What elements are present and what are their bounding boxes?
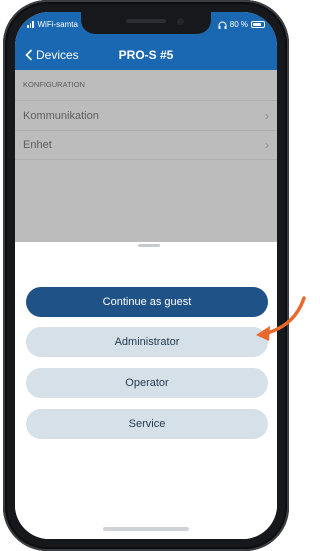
settings-item-label: Kommunikation (23, 109, 99, 122)
status-bar-left: WiFi-samta (27, 20, 78, 29)
continue-as-guest-button[interactable]: Continue as guest (26, 287, 268, 317)
settings-list: KONFIGURATION Kommunikation › Enhet › (15, 70, 277, 242)
login-sheet: Continue as guest Administrator Operator… (15, 242, 277, 539)
carrier-label: WiFi-samta (37, 20, 78, 29)
phone-screen: WiFi-samta 80 % Devices PRO-S #5 KONFIGU… (15, 12, 277, 539)
battery-icon (251, 21, 265, 28)
settings-item-label: Enhet (23, 139, 52, 151)
phone-frame: WiFi-samta 80 % Devices PRO-S #5 KONFIGU… (3, 0, 289, 551)
speaker (126, 19, 166, 23)
service-button[interactable]: Service (26, 409, 268, 439)
signal-icon (27, 21, 34, 28)
sheet-drag-handle[interactable] (138, 244, 160, 247)
notch (81, 12, 211, 34)
page-title: PRO-S #5 (118, 48, 174, 62)
administrator-button[interactable]: Administrator (26, 327, 268, 357)
camera (177, 18, 184, 25)
chevron-right-icon: › (265, 138, 269, 152)
operator-button[interactable]: Operator (26, 368, 268, 398)
battery-percent: 80 % (229, 20, 248, 29)
headphones-icon (218, 21, 227, 29)
settings-item-kommunikation[interactable]: Kommunikation › (15, 100, 277, 130)
section-header: KONFIGURATION (23, 80, 85, 89)
navigation-bar: Devices PRO-S #5 (15, 48, 277, 68)
annotation-arrow-icon (256, 296, 306, 341)
status-bar-right: 80 % (218, 20, 265, 29)
home-indicator (103, 527, 189, 531)
top-bar: WiFi-samta 80 % Devices PRO-S #5 (15, 12, 277, 70)
settings-item-enhet[interactable]: Enhet › (15, 130, 277, 160)
chevron-right-icon: › (265, 108, 269, 123)
